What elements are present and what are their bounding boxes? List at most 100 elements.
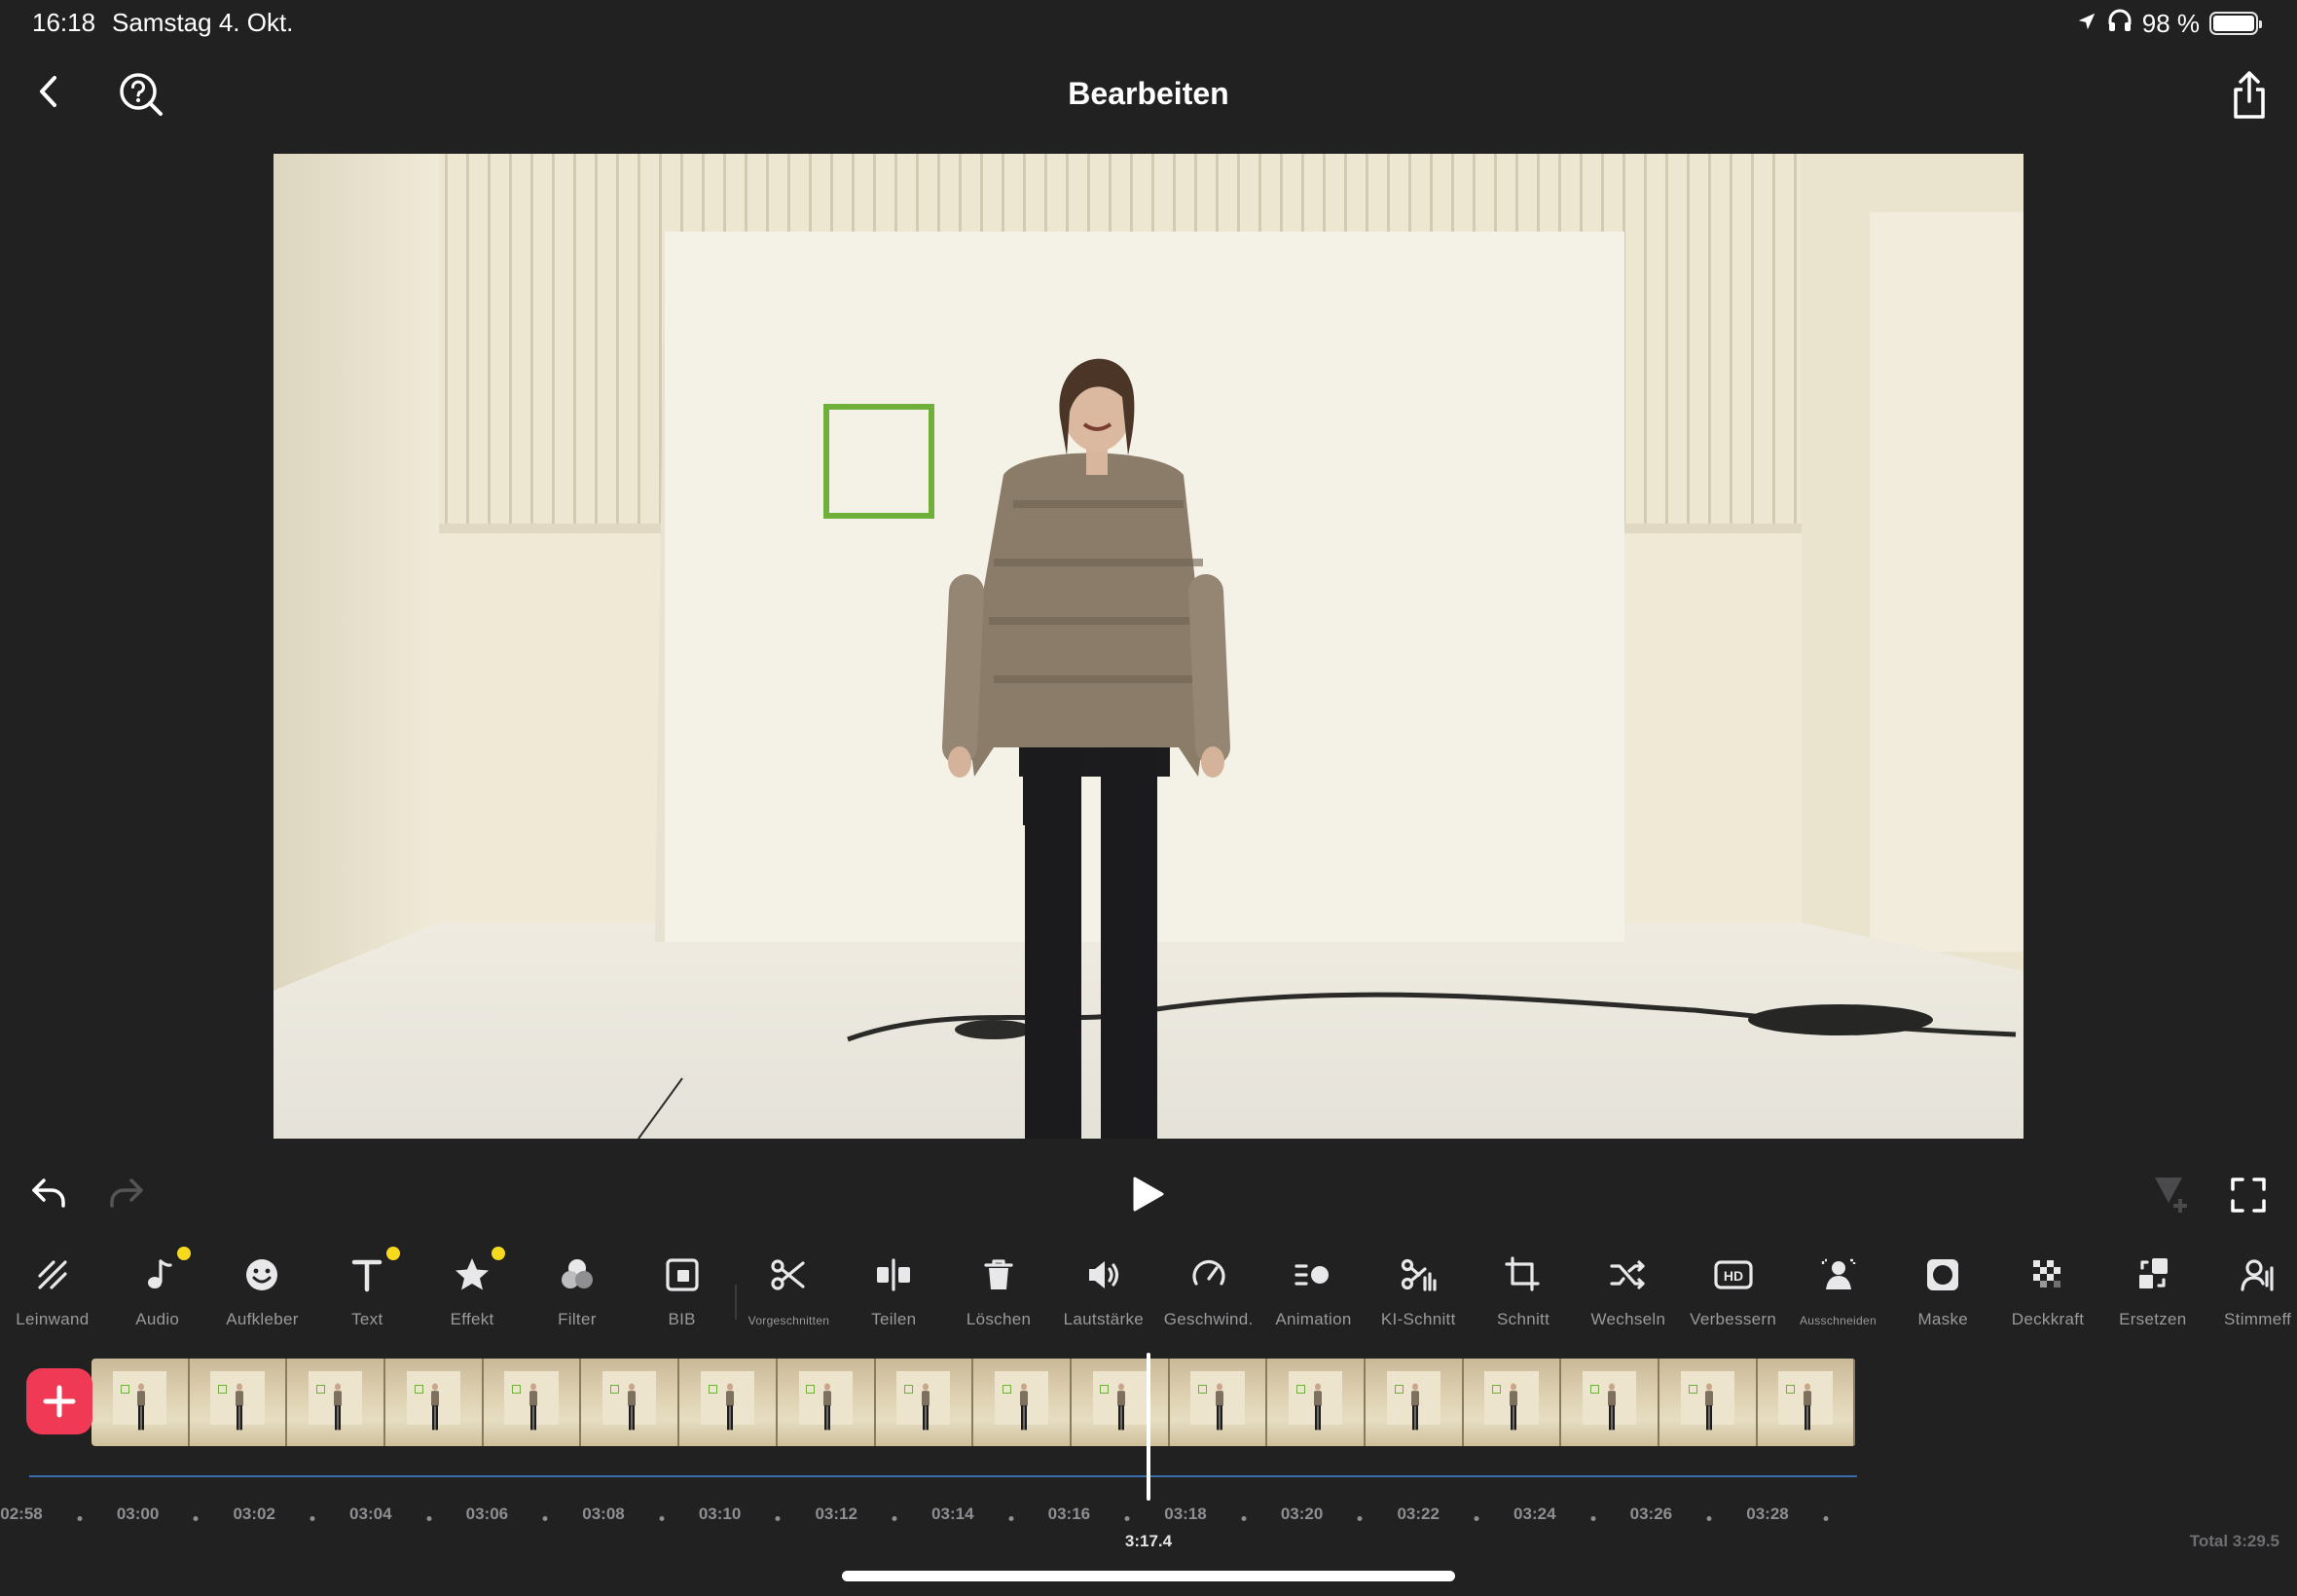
picture-in-picture-icon [653, 1246, 711, 1304]
tool-label: Lautstärke [1063, 1310, 1145, 1328]
time-tick-label: 03:20 [1280, 1505, 1324, 1523]
tool-maske[interactable]: Maske [1890, 1234, 1995, 1343]
time-tick-label: 03:00 [116, 1505, 160, 1523]
tool-filter[interactable]: Filter [525, 1234, 630, 1343]
status-indicators: 98 % [2076, 8, 2262, 39]
tool-ki-schnitt[interactable]: KI-Schnitt [1366, 1234, 1471, 1343]
tool-lautstärke[interactable]: Lautstärke [1051, 1234, 1156, 1343]
tool-label: Filter [558, 1310, 597, 1328]
clip-thumbnail [189, 1359, 288, 1446]
fullscreen-button[interactable] [2227, 1174, 2270, 1216]
home-indicator[interactable] [842, 1571, 1455, 1581]
time-tick-dot [659, 1516, 665, 1521]
tool-label: BIB [668, 1310, 696, 1328]
tool-löschen[interactable]: Löschen [946, 1234, 1051, 1343]
time-tick-label: 03:02 [233, 1505, 275, 1523]
tool-teilen[interactable]: Teilen [841, 1234, 946, 1343]
time-tick-dot [77, 1516, 83, 1521]
redo-button[interactable] [105, 1174, 148, 1213]
tool-aufkleber[interactable]: Aufkleber [210, 1234, 315, 1343]
time-tick-label: 02:58 [0, 1505, 43, 1523]
ai-cut-icon [1389, 1246, 1447, 1304]
battery-icon [2209, 12, 2262, 35]
clip-thumbnail [1561, 1359, 1659, 1446]
clip-thumbnail [1169, 1359, 1268, 1446]
mask-icon [1914, 1246, 1972, 1304]
time-tick-label: 03:24 [1513, 1505, 1556, 1523]
clip-thumbnail [287, 1359, 386, 1446]
tool-effekt[interactable]: Effekt [419, 1234, 525, 1343]
clip-thumbnail [91, 1359, 190, 1446]
tool-schnitt[interactable]: Schnitt [1471, 1234, 1576, 1343]
tool-verbessern[interactable]: HD Verbessern [1681, 1234, 1786, 1343]
time-tick-dot [1241, 1516, 1247, 1521]
tool-stimmeff[interactable]: Stimmeff [2206, 1234, 2297, 1343]
tool-ersetzen[interactable]: Ersetzen [2100, 1234, 2206, 1343]
shuffle-icon [1599, 1246, 1658, 1304]
tool-ausschneiden[interactable]: Ausschneiden [1786, 1234, 1891, 1343]
time-tick-dot [1357, 1516, 1363, 1521]
video-clip-filmstrip[interactable] [91, 1359, 1856, 1446]
tool-label: Leinwand [16, 1310, 90, 1328]
animation-icon [1284, 1246, 1342, 1304]
time-tick-label: 03:08 [582, 1505, 625, 1523]
clip-thumbnail [679, 1359, 778, 1446]
sticker-icon [233, 1246, 291, 1304]
add-clip-button[interactable] [26, 1368, 92, 1434]
tool-deckkraft[interactable]: Deckkraft [1995, 1234, 2100, 1343]
time-ruler: 02:58 03:00 03:02 03:04 03:06 03:08 03:10 03:12… [0, 1505, 2297, 1534]
tool-label: Audio [135, 1310, 180, 1328]
add-keyframe-button[interactable] [2149, 1172, 2194, 1216]
new-badge-dot [491, 1247, 505, 1260]
time-tick-label: 03:10 [698, 1505, 742, 1523]
tool-label: KI-Schnitt [1380, 1310, 1456, 1328]
tool-label: Schnitt [1497, 1310, 1550, 1328]
new-badge-dot [386, 1247, 401, 1260]
time-tick-dot [310, 1516, 315, 1521]
video-preview[interactable] [273, 154, 2024, 1139]
tool-text[interactable]: Text [314, 1234, 419, 1343]
tool-label: Text [351, 1310, 383, 1328]
time-tick-dot [1706, 1516, 1712, 1521]
clip-thumbnail [385, 1359, 484, 1446]
svg-text:HD: HD [1724, 1268, 1743, 1284]
tool-label: Löschen [966, 1310, 1032, 1328]
clip-thumbnail [581, 1359, 680, 1446]
tool-label: Deckkraft [2011, 1310, 2085, 1328]
undo-icon [32, 1179, 65, 1208]
tool-geschwind[interactable]: Geschwind. [1156, 1234, 1261, 1343]
filter-icon [548, 1246, 606, 1304]
playhead[interactable] [1147, 1353, 1150, 1501]
time-tick-dot [1008, 1516, 1014, 1521]
tool-leinwand[interactable]: Leinwand [0, 1234, 105, 1343]
fullscreen-icon [2231, 1178, 2266, 1213]
clip-thumbnail [1071, 1359, 1170, 1446]
hd-icon: HD [1704, 1246, 1763, 1304]
tool-wechseln[interactable]: Wechseln [1576, 1234, 1681, 1343]
tool-label: Maske [1917, 1310, 1969, 1328]
time-tick-label: 03:18 [1164, 1505, 1207, 1523]
time-tick-label: 03:04 [349, 1505, 392, 1523]
audio-track-line [29, 1475, 1857, 1477]
time-tick-dot [1474, 1516, 1479, 1521]
tool-vorgeschnitten[interactable]: Vorgeschnitten [737, 1234, 842, 1343]
undo-button[interactable] [27, 1174, 70, 1213]
keyframe-add-icon [2155, 1178, 2187, 1213]
page-title: Bearbeiten [1068, 76, 1229, 111]
tool-audio[interactable]: Audio [105, 1234, 210, 1343]
clip-thumbnail [483, 1359, 582, 1446]
clip-thumbnail [1365, 1359, 1464, 1446]
status-date: Samstag 4. Okt. [112, 8, 294, 37]
play-button[interactable] [1125, 1172, 1170, 1216]
tool-animation[interactable]: Animation [1261, 1234, 1367, 1343]
voice-effect-icon [2229, 1246, 2287, 1304]
clip-thumbnail [875, 1359, 974, 1446]
tool-label: Vorgeschnitten [747, 1314, 830, 1327]
plus-icon [43, 1385, 76, 1418]
share-button[interactable] [2227, 68, 2272, 123]
current-time-label: 3:17.4 [1124, 1532, 1173, 1550]
volume-icon [1075, 1246, 1133, 1304]
tool-bib[interactable]: BIB [630, 1234, 735, 1343]
tool-label: Ausschneiden [1799, 1314, 1877, 1327]
time-tick-dot [426, 1516, 432, 1521]
